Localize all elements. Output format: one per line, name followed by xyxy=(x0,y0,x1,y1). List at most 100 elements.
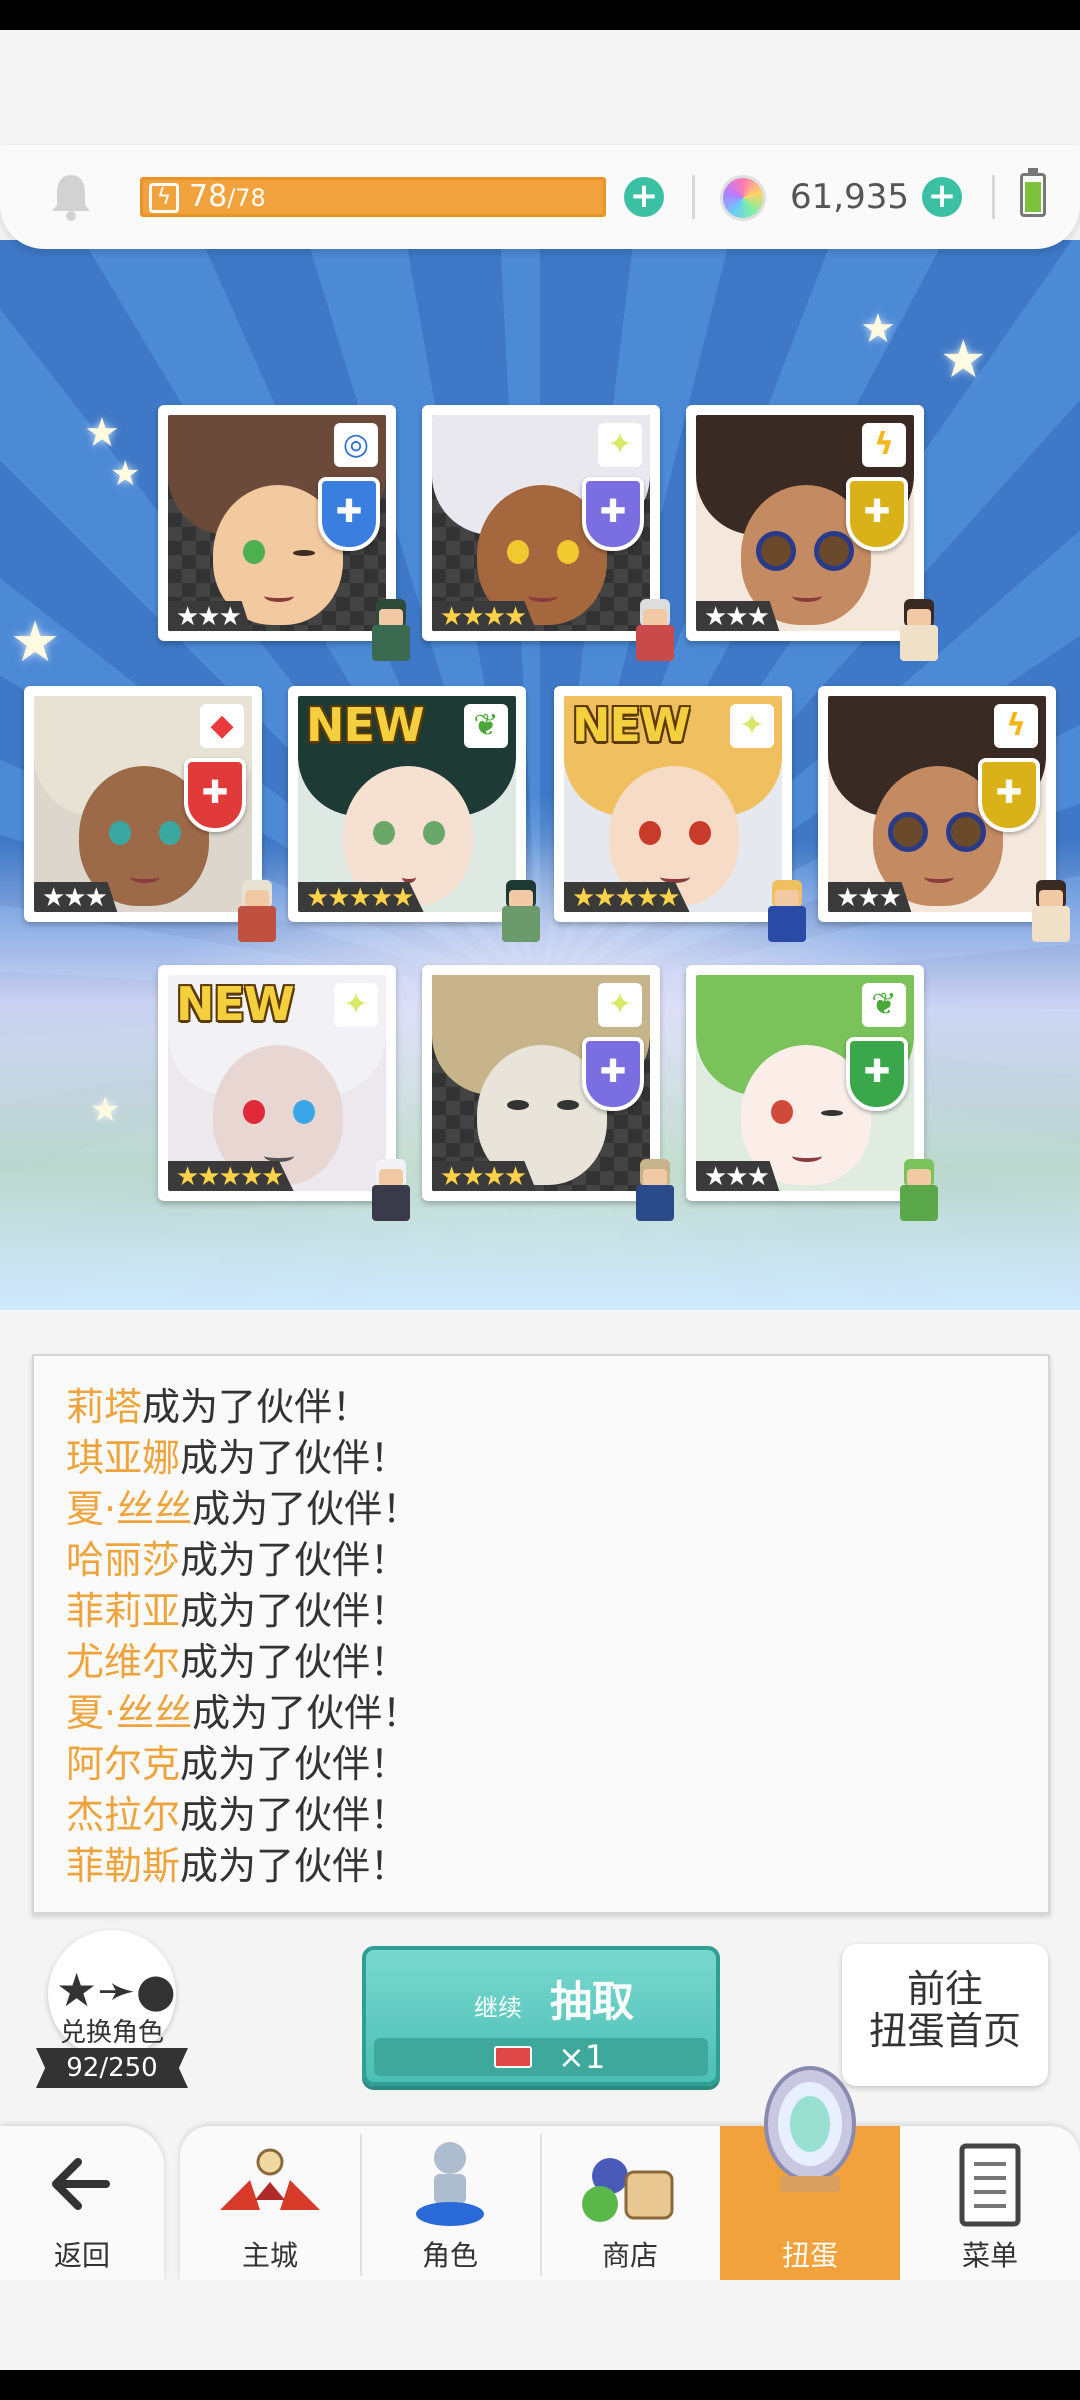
message-line: 菲莉亚成为了伙伴！ xyxy=(66,1589,409,1633)
rarity-stars: ★★★★★ xyxy=(168,1161,295,1191)
thunder-element-icon: ϟ xyxy=(862,423,906,467)
new-badge: NEW xyxy=(306,698,425,752)
character-card[interactable]: ◎ ✚ ★★★ xyxy=(158,405,410,661)
character-card[interactable]: ϟ ✚ ★★★ xyxy=(818,686,1070,942)
exchange-count: 92/250 xyxy=(36,2048,188,2088)
thunder-crest-icon: ✚ xyxy=(846,477,908,551)
bottom-navigation: 返回 主城 角色 商店 扭蛋 菜单 xyxy=(0,2066,1080,2281)
recruit-message-log[interactable]: 莉塔成为了伙伴！ 琪亚娜成为了伙伴！ 夏·丝丝成为了伙伴！ 哈丽莎成为了伙伴！ … xyxy=(32,1354,1050,1914)
back-label: 返回 xyxy=(53,2239,110,2272)
character-card[interactable]: ✦ NEW ★★★★★ xyxy=(554,686,806,942)
water-element-icon: ◎ xyxy=(334,423,378,467)
back-button[interactable]: 返回 xyxy=(0,2126,164,2281)
gacha-result-screen: ★ ★ ★ ★ ★ ★ ◎ ✚ ★★★ ✦ ✚ ★★★★ ϟ ✚ ★★★ ◆ ✚… xyxy=(0,0,1080,2400)
message-line: 菲勒斯成为了伙伴！ xyxy=(66,1844,409,1888)
sparkle-star-icon: ★ xyxy=(10,610,61,675)
light-element-icon: ✦ xyxy=(598,423,642,467)
shop-icon xyxy=(582,2158,674,2222)
gacha-mirror-icon xyxy=(764,2066,856,2192)
exchange-character-button[interactable]: ★➛● 兑换角色 92/250 xyxy=(36,1930,190,2110)
castle-icon xyxy=(220,2148,320,2210)
battery-icon xyxy=(1020,168,1046,217)
sparkle-star-icon: ★ xyxy=(860,306,896,352)
sparkle-star-icon: ★ xyxy=(110,454,141,494)
rarity-stars: ★★★★★ xyxy=(298,882,425,912)
tab-gacha[interactable]: 扭蛋 xyxy=(720,2066,900,2281)
character-sprite xyxy=(494,880,548,952)
rarity-stars: ★★★★ xyxy=(432,601,538,631)
character-card[interactable]: ✦ ✚ ★★★★ xyxy=(422,965,674,1221)
character-card[interactable]: ❦ ✚ ★★★ xyxy=(686,965,938,1221)
tab-characters[interactable]: 角色 xyxy=(360,2126,540,2281)
new-badge: NEW xyxy=(176,977,295,1031)
light-crest-icon: ✚ xyxy=(582,477,644,551)
add-stamina-button[interactable]: + xyxy=(624,177,664,217)
tab-main-city[interactable]: 主城 xyxy=(180,2126,360,2281)
lightning-icon: ϟ xyxy=(149,183,179,213)
nature-crest-icon: ✚ xyxy=(846,1037,908,1111)
message-line: 阿尔克成为了伙伴！ xyxy=(66,1742,409,1786)
character-sprite xyxy=(892,1159,946,1231)
gacha-ticket-icon xyxy=(494,2046,532,2068)
character-sprite xyxy=(760,880,814,952)
character-sprite xyxy=(892,599,946,671)
character-sprite xyxy=(364,599,418,671)
stamina-value: 78/78 xyxy=(189,179,266,214)
thunder-element-icon: ϟ xyxy=(994,704,1038,748)
exchange-label: 兑换角色 xyxy=(59,2018,164,2048)
character-sprite xyxy=(230,880,284,952)
character-sprite xyxy=(628,599,682,671)
new-badge: NEW xyxy=(572,698,691,752)
character-card[interactable]: ◆ ✚ ★★★ xyxy=(24,686,276,942)
rarity-stars: ★★★ xyxy=(168,601,252,631)
message-line: 尤维尔成为了伙伴！ xyxy=(66,1640,409,1684)
fire-element-icon: ◆ xyxy=(200,704,244,748)
message-line: 哈丽莎成为了伙伴！ xyxy=(66,1538,409,1582)
character-card[interactable]: ✦ NEW ★★★★★ xyxy=(158,965,410,1221)
light-crest-icon: ✚ xyxy=(582,1037,644,1111)
rainbow-gem-icon xyxy=(720,175,766,221)
rarity-stars: ★★★ xyxy=(34,882,118,912)
tab-shop[interactable]: 商店 xyxy=(540,2126,720,2281)
rarity-stars: ★★★ xyxy=(696,601,780,631)
character-icon xyxy=(416,2142,484,2226)
nature-element-icon: ❦ xyxy=(862,983,906,1027)
message-line: 夏·丝丝成为了伙伴！ xyxy=(66,1487,421,1531)
character-sprite xyxy=(364,1159,418,1231)
message-line: 杰拉尔成为了伙伴！ xyxy=(66,1793,409,1837)
menu-icon xyxy=(959,2143,1021,2227)
character-card[interactable]: ✦ ✚ ★★★★ xyxy=(422,405,674,661)
sparkle-star-icon: ★ xyxy=(940,330,987,390)
ticket-cost: ×1 xyxy=(558,2038,606,2076)
resource-bar: ϟ 78/78 + 61,935 + xyxy=(0,145,1080,249)
water-crest-icon: ✚ xyxy=(318,477,380,551)
status-bar xyxy=(0,0,1080,30)
message-line: 夏·丝丝成为了伙伴！ xyxy=(66,1691,421,1735)
light-element-icon: ✦ xyxy=(730,704,774,748)
rarity-stars: ★★★★★ xyxy=(564,882,691,912)
light-element-icon: ✦ xyxy=(334,983,378,1027)
rarity-stars: ★★★ xyxy=(828,882,912,912)
sparkle-star-icon: ★ xyxy=(84,410,120,456)
message-line: 琪亚娜成为了伙伴！ xyxy=(66,1436,409,1480)
rarity-stars: ★★★★ xyxy=(432,1161,538,1191)
tab-menu[interactable]: 菜单 xyxy=(900,2126,1080,2281)
character-sprite xyxy=(1024,880,1078,952)
arrow-left-icon xyxy=(52,2158,110,2210)
gem-count: 61,935 xyxy=(790,177,909,217)
character-sprite xyxy=(628,1159,682,1231)
bell-icon[interactable] xyxy=(48,171,94,221)
thunder-crest-icon: ✚ xyxy=(978,758,1040,832)
stamina-bar: ϟ 78/78 xyxy=(140,177,606,217)
character-card[interactable]: ❦ NEW ★★★★★ xyxy=(288,686,540,942)
rarity-stars: ★★★ xyxy=(696,1161,780,1191)
fire-crest-icon: ✚ xyxy=(184,758,246,832)
continue-pull-button[interactable]: 继续 抽取 ×1 xyxy=(362,1946,720,2086)
nature-element-icon: ❦ xyxy=(464,704,508,748)
character-card[interactable]: ϟ ✚ ★★★ xyxy=(686,405,938,661)
light-element-icon: ✦ xyxy=(598,983,642,1027)
navigation-bar xyxy=(0,2370,1080,2400)
sparkle-star-icon: ★ xyxy=(90,1090,121,1130)
add-gems-button[interactable]: + xyxy=(922,177,962,217)
star-to-person-icon: ★➛● xyxy=(56,1963,176,2017)
